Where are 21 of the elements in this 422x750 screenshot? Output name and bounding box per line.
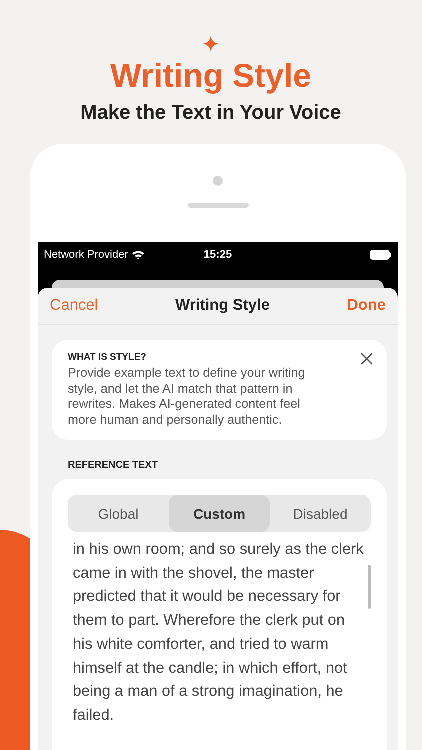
cancel-button[interactable]: Cancel	[50, 297, 98, 315]
section-label: REFERENCE TEXT	[68, 460, 160, 471]
camera-dot	[213, 176, 223, 186]
reference-text: in his own room; and so surely as the clerk came in with the shovel, the master predicted that it would be necessary for them to part. Wherefore the clerk put on his white comforter, and tried to warm himself at the candle; in which effort, not being a man of a strong imagination, he failed.	[73, 540, 365, 726]
info-text: Provide example text to define your writing style, and let the AI match that pattern in rewrites. Makes AI-generated content feel more human and personally authentic.	[68, 366, 306, 428]
carrier-name: Network Provider	[44, 249, 128, 261]
nav-title: Writing Style	[176, 297, 270, 315]
battery-icon	[370, 250, 392, 260]
headline: Writing Style	[110, 56, 312, 96]
segment-tab[interactable]: Global	[68, 495, 169, 532]
sparkle-icon	[203, 36, 219, 52]
info-heading: WHAT IS STYLE?	[68, 352, 148, 363]
segment-tab[interactable]: Custom	[169, 495, 270, 532]
scrollbar	[368, 565, 371, 609]
speaker-bar	[188, 203, 248, 208]
close-icon[interactable]	[361, 353, 373, 365]
subheadline: Make the Text in Your Voice	[80, 101, 342, 126]
status-time: 15:25	[204, 249, 232, 261]
segment-tab[interactable]: Disabled	[270, 495, 371, 532]
wifi-icon	[132, 250, 146, 260]
done-button[interactable]: Done	[347, 297, 386, 315]
